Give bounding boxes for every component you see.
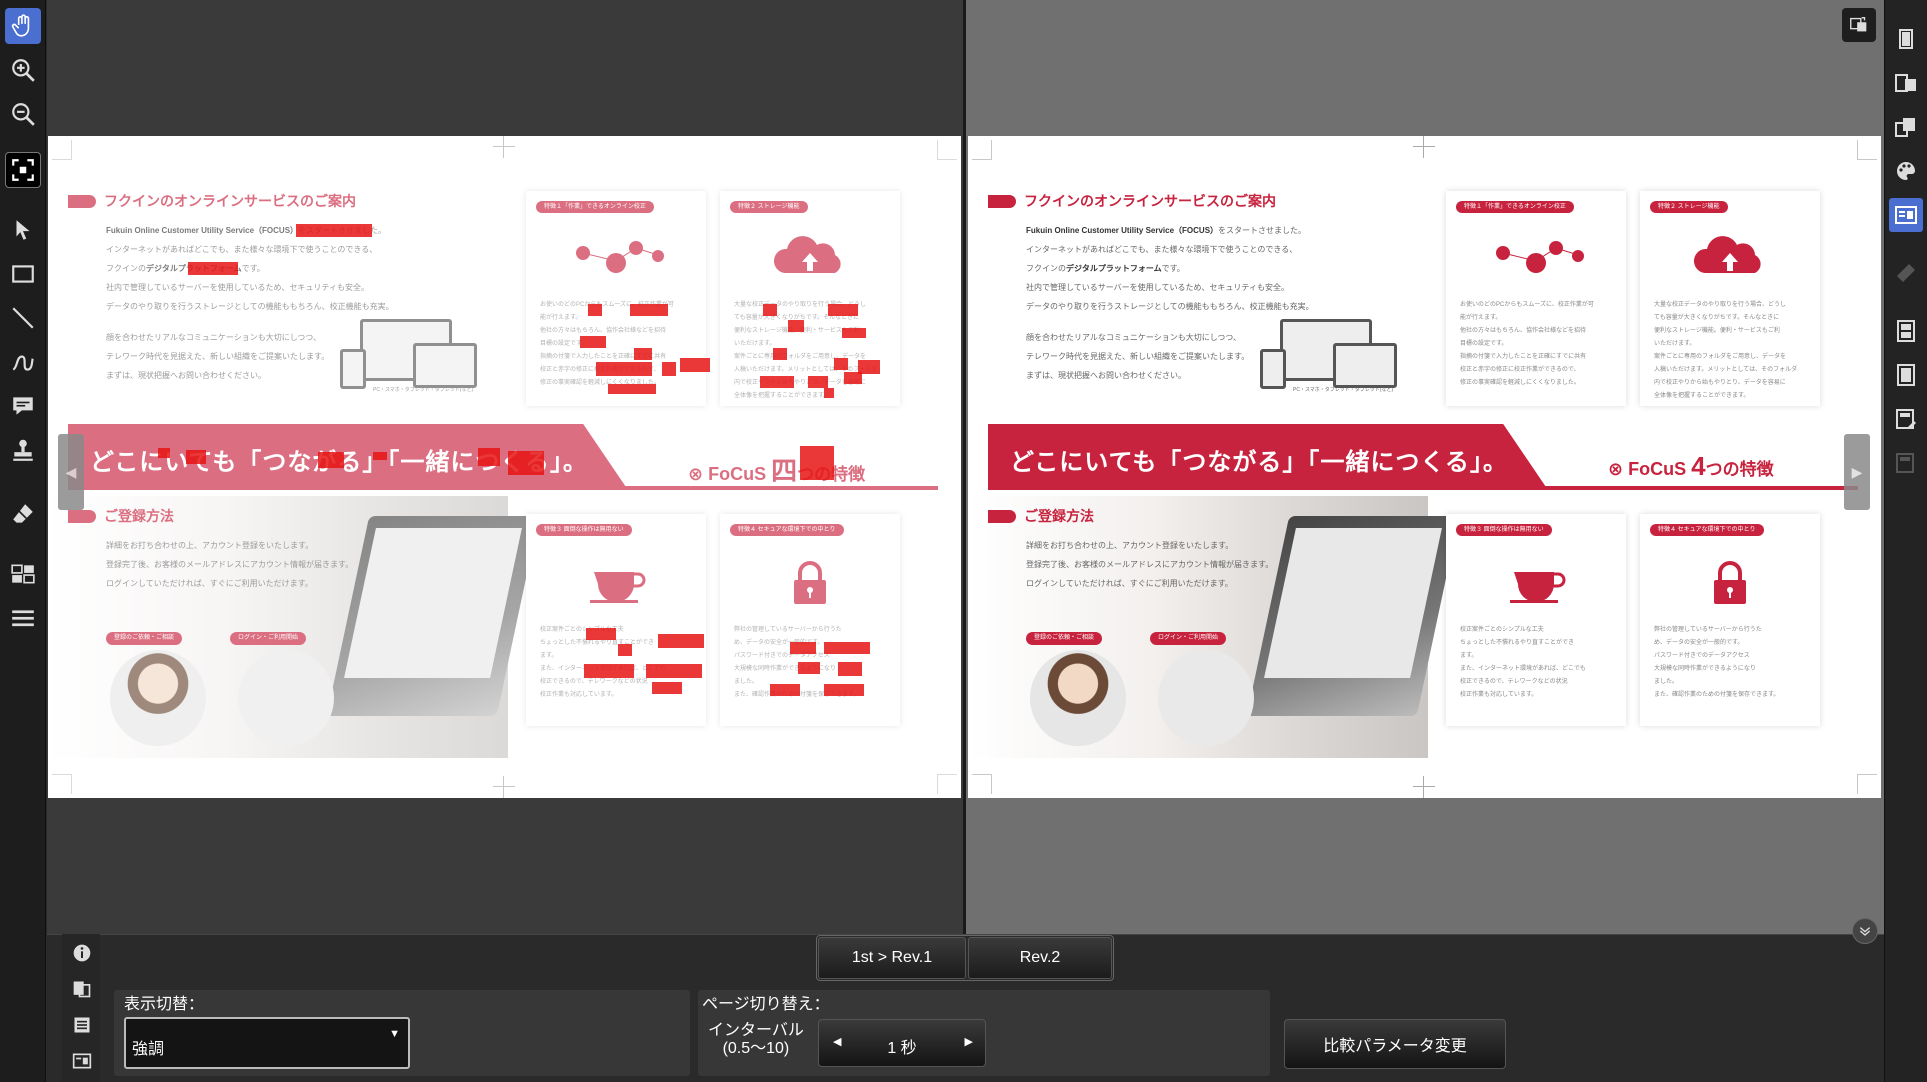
eraser-icon[interactable]: [5, 496, 41, 532]
compare-params-button[interactable]: 比較パラメータ変更: [1284, 1019, 1506, 1069]
people-network-icon: [1496, 241, 1584, 273]
display-switch-label: 表示切替：: [124, 996, 205, 1013]
crop-mark: [937, 140, 957, 160]
interval-label: インターバル (0.5〜10): [708, 1022, 804, 1057]
info-icon[interactable]: [71, 942, 93, 964]
consultant-photo: [1030, 650, 1126, 746]
palette-icon[interactable]: [1889, 154, 1923, 188]
lock-icon: [794, 561, 826, 604]
consultant-photo: [110, 650, 206, 746]
disabled-layout-icon: [1889, 446, 1923, 480]
zoom-in-icon[interactable]: [5, 52, 41, 88]
feature-card-4: 特徴４ セキュアな環境下での中とり 弊社の管理しているサーバーから行うた め、デー…: [720, 514, 900, 726]
bottom-side-icons: [62, 934, 100, 1082]
overlay-page-icon[interactable]: [1889, 110, 1923, 144]
interval-increase-icon[interactable]: ▶: [965, 1035, 973, 1048]
feature-card-1: 特徴１「作業」できるオンライン校正 お使いのどのPCからもスムーズに、校正作業が…: [1446, 191, 1626, 406]
crop-mark: [972, 774, 992, 794]
sync-view-icon[interactable]: [1842, 8, 1876, 42]
pane-divider[interactable]: [963, 0, 966, 934]
step-pill: 登録のご依頼・ご相談: [1026, 632, 1103, 645]
dropdown-arrow-icon: ▼: [389, 1028, 400, 1040]
registration-mark: [493, 776, 515, 798]
tab-1st-rev1[interactable]: 1st > Rev.1: [818, 937, 966, 979]
registration-mark: [1413, 136, 1435, 158]
people-network-icon: [576, 241, 664, 273]
crop-mark: [972, 140, 992, 160]
display-mode-select[interactable]: 強調 ▼: [124, 1017, 410, 1069]
freehand-icon[interactable]: [5, 344, 41, 380]
grid-icon[interactable]: [5, 556, 41, 592]
step-pill: 登録のご依頼・ご相談: [106, 632, 183, 645]
crop-mark: [1857, 140, 1877, 160]
film-strip-icon[interactable]: [1889, 314, 1923, 348]
menu-icon[interactable]: [5, 600, 41, 636]
single-page-icon[interactable]: [1889, 22, 1923, 56]
compare-settings-icon[interactable]: [71, 1050, 93, 1072]
step-pill: ログイン・ご利用開始: [1150, 632, 1227, 645]
fit-page-icon[interactable]: [5, 152, 41, 188]
layout-edit-icon[interactable]: [1889, 402, 1923, 436]
registration-mark: [1413, 776, 1435, 798]
two-page-icon[interactable]: [1889, 66, 1923, 100]
registration-text: 詳細をお打ち合わせの上、アカウント登録をいたします。 登録完了後、お客様のメール…: [106, 541, 354, 588]
feature-card-4: 特徴４ セキュアな環境下での中とり 弊社の管理しているサーバーから行うた め、デー…: [1640, 514, 1820, 726]
hand-icon[interactable]: [5, 8, 41, 44]
banner-underline: [988, 486, 1858, 490]
left-document-page: フクインのオンラインサービスのご案内 Fukuin Online Custome…: [48, 136, 961, 798]
stamp-icon[interactable]: [5, 432, 41, 468]
crop-mark: [52, 774, 72, 794]
next-page-arrow[interactable]: ▶: [1844, 434, 1870, 510]
section-title: フクインのオンラインサービスのご案内: [68, 191, 356, 211]
crop-mark: [937, 774, 957, 794]
comment-icon[interactable]: [5, 388, 41, 424]
right-toolbar: [1884, 0, 1927, 1082]
section-title: ご登録方法: [68, 506, 174, 526]
feature-card-3: 特徴３ 面倒な操作は無用ない 校正案件ごとのシンプルな工夫 ちょっとした不慣れるや…: [526, 514, 706, 726]
cloud-upload-icon: [773, 236, 841, 273]
focus-logo: ⊗ FoCuS 四つの特徴: [688, 456, 865, 486]
page-frame-icon[interactable]: [1889, 358, 1923, 392]
list-view-icon[interactable]: [71, 1014, 93, 1036]
collapse-panel-icon[interactable]: [1852, 918, 1878, 944]
zoom-out-icon[interactable]: [5, 96, 41, 132]
step-pill: ログイン・ご利用開始: [230, 632, 307, 645]
select-arrow-icon[interactable]: [5, 212, 41, 248]
focus-logo: ⊗ FoCuS 4つの特徴: [1608, 451, 1774, 481]
rectangle-icon[interactable]: [5, 256, 41, 292]
left-toolbar: [0, 0, 46, 1082]
crop-mark: [1857, 774, 1877, 794]
feature-card-2: 特徴２ ストレージ機能 大量な校正データのやり取りを行う場合、どうし ても容量が大…: [1640, 191, 1820, 406]
right-document-page: フクインのオンラインサービスのご案内 Fukuin Online Custome…: [968, 136, 1881, 798]
compare-icon[interactable]: [1889, 198, 1923, 232]
cloud-upload-icon: [1693, 236, 1761, 273]
coffee-cup-icon: [590, 572, 646, 603]
display-mode-value: 強調: [132, 1041, 165, 1058]
login-screen-photo: [1158, 650, 1254, 746]
line-icon[interactable]: [5, 300, 41, 336]
ruler-icon[interactable]: [1889, 256, 1923, 290]
section-title: フクインのオンラインサービスのご案内: [988, 191, 1276, 211]
lock-icon: [1714, 561, 1746, 604]
interval-stepper[interactable]: ◀ 1 秒 ▶: [818, 1019, 986, 1067]
page-switch-label: ページ切り替え：: [702, 996, 830, 1013]
devices-caption: PC・スマホ・タブレット・タブレット(など): [373, 387, 474, 393]
registration-text: 詳細をお打ち合わせの上、アカウント登録をいたします。 登録完了後、お客様のメール…: [1026, 541, 1274, 588]
previous-page-arrow[interactable]: ◀: [58, 434, 84, 510]
devices-caption: PC・スマホ・タブレット・タブレット(など): [1293, 387, 1394, 393]
tab-rev2[interactable]: Rev.2: [968, 937, 1112, 979]
interval-value: 1 秒: [887, 1040, 917, 1057]
login-screen-photo: [238, 650, 334, 746]
coffee-cup-icon: [1510, 572, 1566, 603]
section-title: ご登録方法: [988, 506, 1094, 526]
feature-card-3: 特徴３ 面倒な操作は無用ない 校正案件ごとのシンプルな工夫 ちょっとした不慣れるや…: [1446, 514, 1626, 726]
registration-mark: [493, 136, 515, 158]
tagline-text: どこにいても「つながる」「一緒につくる」。: [1010, 449, 1508, 476]
copy-pages-icon[interactable]: [71, 978, 93, 1000]
crop-mark: [52, 140, 72, 160]
